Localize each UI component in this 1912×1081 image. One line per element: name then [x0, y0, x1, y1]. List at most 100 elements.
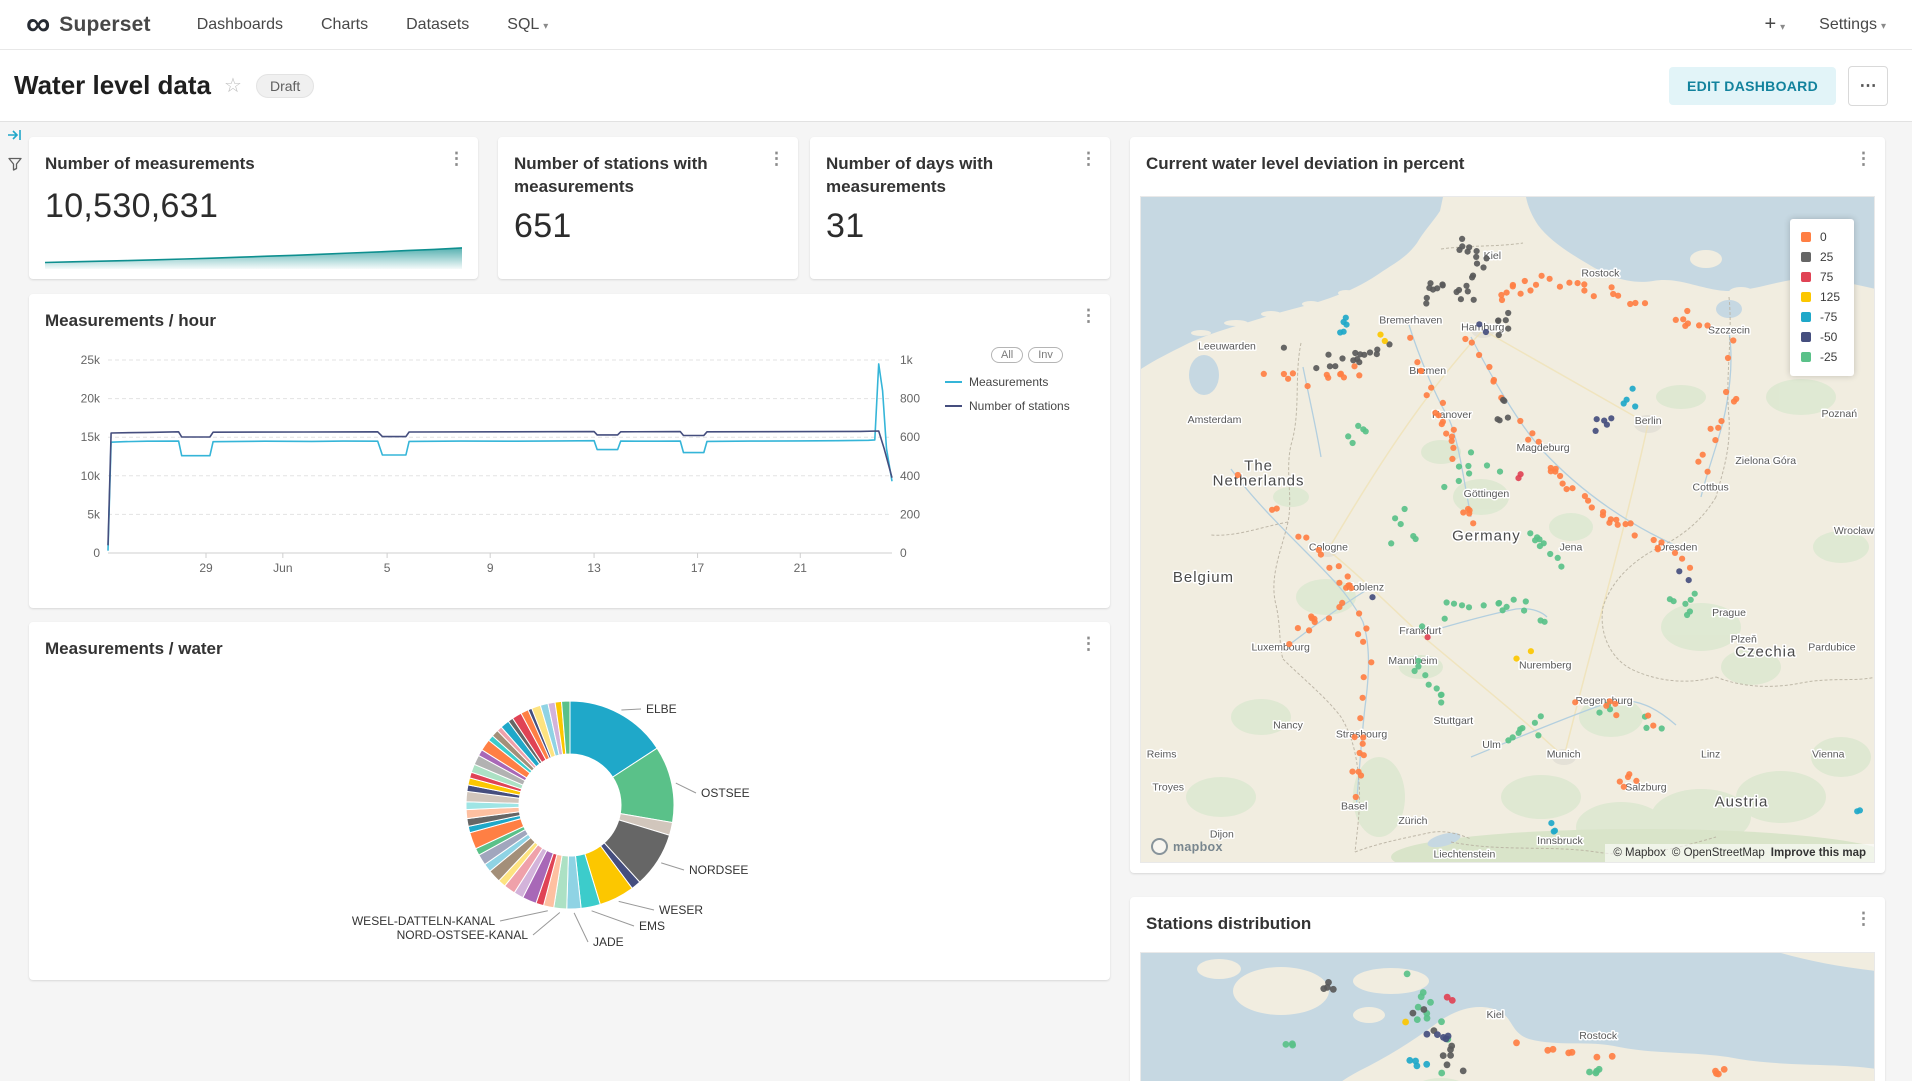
svg-text:17: 17 [691, 561, 705, 575]
chart-legend: Measurements Number of stations [945, 375, 1070, 423]
svg-text:600: 600 [900, 430, 920, 444]
svg-text:Bremen: Bremen [1409, 365, 1446, 377]
attribution-osm[interactable]: © OpenStreetMap [1672, 847, 1765, 859]
svg-text:Ulm: Ulm [1482, 739, 1501, 751]
legend-item-stations[interactable]: Number of stations [945, 399, 1070, 413]
chart-card-stations-distribution: Stations distribution ⋮ KielRostock [1130, 897, 1885, 1081]
legend-swatch-icon [1801, 352, 1811, 362]
svg-text:Poznań: Poznań [1821, 408, 1857, 420]
svg-text:NORDSEE: NORDSEE [689, 863, 748, 877]
legend-swatch-icon [1801, 292, 1811, 302]
legend-item-measurements[interactable]: Measurements [945, 375, 1070, 389]
more-options-icon[interactable]: ⋮ [768, 150, 785, 167]
chart-title: Measurements / hour [29, 294, 1110, 333]
more-options-icon[interactable]: ⋮ [448, 150, 465, 167]
dashboard-more-button[interactable]: ⋯ [1848, 66, 1888, 106]
arrow-right-to-bar-icon [6, 126, 24, 144]
svg-text:JADE: JADE [593, 935, 624, 949]
legend-label: 25 [1820, 250, 1833, 264]
donut-chart-canvas: ELBEOSTSEENORDSEEWESEREMSJADENORD-OSTSEE… [29, 662, 1110, 980]
svg-text:Germany: Germany [1452, 528, 1521, 545]
legend-item[interactable]: 125 [1801, 290, 1840, 304]
chart-card-deviation-map: Current water level deviation in percent… [1130, 137, 1885, 873]
chart-title: Number of measurements [29, 137, 478, 176]
legend-item[interactable]: -75 [1801, 310, 1840, 324]
filter-icon[interactable] [7, 156, 23, 177]
kpi-card-measurements: Number of measurements ⋮ 10,530,631 [29, 137, 478, 279]
line-marker-icon [945, 381, 962, 383]
nav-item-datasets[interactable]: Datasets [406, 16, 469, 34]
settings-menu[interactable]: Settings▾ [1819, 16, 1886, 34]
svg-text:Cologne: Cologne [1309, 542, 1348, 554]
svg-text:Czechia: Czechia [1735, 644, 1796, 661]
legend-item[interactable]: -25 [1801, 350, 1840, 364]
svg-text:Salzburg: Salzburg [1625, 782, 1667, 794]
dashboard-header: Water level data ☆ Draft EDIT DASHBOARD … [0, 50, 1912, 122]
svg-text:21: 21 [794, 561, 808, 575]
nav-item-sql[interactable]: SQL▾ [507, 16, 548, 34]
svg-text:Belgium: Belgium [1173, 569, 1234, 586]
nav-item-charts[interactable]: Charts [321, 16, 368, 34]
legend-label: 0 [1820, 230, 1827, 244]
svg-text:Göttingen: Göttingen [1464, 488, 1510, 500]
legend-label: 75 [1820, 270, 1833, 284]
svg-text:800: 800 [900, 392, 920, 406]
legend-label: 125 [1820, 290, 1840, 304]
top-navbar: ∞ Superset Dashboards Charts Datasets SQ… [0, 0, 1912, 50]
svg-text:NORD-OSTSEE-KANAL: NORD-OSTSEE-KANAL [397, 928, 529, 942]
more-options-icon[interactable]: ⋮ [1855, 150, 1872, 167]
svg-text:1k: 1k [900, 353, 914, 367]
dashboard-grid: Number of measurements ⋮ 10,530,631 Numb… [0, 122, 1912, 1081]
more-options-icon[interactable]: ⋮ [1080, 307, 1097, 324]
improve-map-link[interactable]: Improve this map [1771, 847, 1866, 859]
legend-swatch-icon [1801, 252, 1811, 262]
chart-title: Measurements / water [29, 622, 1110, 661]
svg-text:13: 13 [587, 561, 601, 575]
svg-text:Szczecin: Szczecin [1708, 325, 1750, 337]
edit-dashboard-button[interactable]: EDIT DASHBOARD [1669, 67, 1836, 105]
more-options-icon[interactable]: ⋮ [1080, 635, 1097, 652]
svg-text:WESEL-DATTELN-KANAL: WESEL-DATTELN-KANAL [352, 914, 495, 928]
mapbox-logo[interactable]: mapbox [1151, 838, 1223, 855]
svg-text:Zürich: Zürich [1398, 815, 1427, 827]
legend-item[interactable]: 25 [1801, 250, 1840, 264]
svg-text:Stuttgart: Stuttgart [1434, 715, 1474, 727]
svg-text:Nancy: Nancy [1273, 720, 1304, 732]
more-options-icon[interactable]: ⋮ [1080, 150, 1097, 167]
legend-item[interactable]: -50 [1801, 330, 1840, 344]
svg-text:Austria: Austria [1715, 794, 1769, 811]
svg-text:Reims: Reims [1147, 748, 1177, 760]
svg-text:0: 0 [900, 546, 907, 560]
expand-filter-bar-button[interactable] [6, 126, 24, 149]
svg-text:29: 29 [199, 561, 213, 575]
legend-invert-button[interactable]: Inv [1028, 347, 1063, 363]
svg-text:Rostock: Rostock [1579, 1030, 1618, 1042]
favorite-star-icon[interactable]: ☆ [224, 73, 242, 98]
attribution-mapbox[interactable]: © Mapbox [1613, 847, 1666, 859]
chart-title: Current water level deviation in percent [1130, 137, 1885, 176]
svg-text:200: 200 [900, 507, 920, 521]
line-marker-icon [945, 405, 962, 407]
svg-text:5: 5 [384, 561, 391, 575]
superset-brand[interactable]: ∞ Superset [26, 11, 151, 38]
nav-item-dashboards[interactable]: Dashboards [197, 16, 283, 34]
legend-swatch-icon [1801, 332, 1811, 342]
svg-text:9: 9 [487, 561, 494, 575]
svg-text:Basel: Basel [1341, 800, 1367, 812]
svg-text:Mannheim: Mannheim [1388, 655, 1437, 667]
svg-text:WESER: WESER [659, 903, 703, 917]
legend-item[interactable]: 0 [1801, 230, 1840, 244]
chevron-down-icon: ▾ [1780, 22, 1785, 33]
legend-item[interactable]: 75 [1801, 270, 1840, 284]
map-legend: 0 25 75 125 -75 -50 -25 [1790, 219, 1854, 376]
legend-select-all-button[interactable]: All [991, 347, 1023, 363]
chart-card-measurements-water: Measurements / water ⋮ ELBEOSTSEENORDSEE… [29, 622, 1110, 980]
svg-text:Troyes: Troyes [1152, 782, 1184, 794]
map-canvas[interactable]: KielRostockBremerhavenHamburgSzczecinLee… [1140, 196, 1875, 863]
map-canvas[interactable]: KielRostock [1140, 952, 1875, 1081]
legend-swatch-icon [1801, 232, 1811, 242]
chart-title: Stations distribution [1130, 897, 1885, 936]
new-item-button[interactable]: +▾ [1764, 13, 1785, 36]
more-options-icon[interactable]: ⋮ [1855, 910, 1872, 927]
svg-text:Leeuwarden: Leeuwarden [1198, 341, 1256, 353]
